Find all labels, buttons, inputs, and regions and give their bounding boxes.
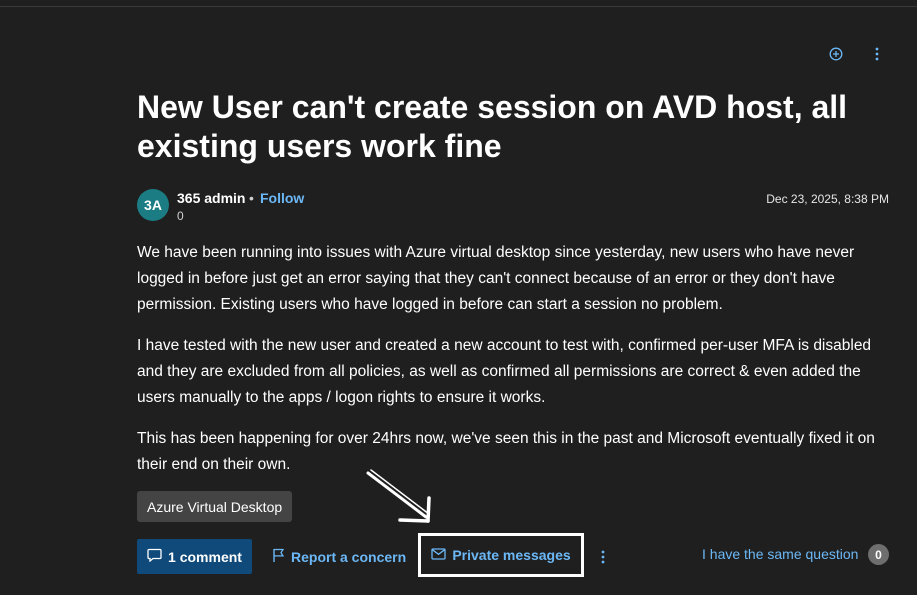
circle-plus-icon[interactable] xyxy=(826,44,846,64)
same-question-count-badge: 0 xyxy=(868,544,889,565)
post-body: We have been running into issues with Az… xyxy=(137,240,882,493)
reputation-count: 0 xyxy=(177,209,184,223)
report-concern-button[interactable]: Report a concern xyxy=(272,539,406,574)
private-messages-button[interactable]: Private messages xyxy=(418,533,584,577)
page-title: New User can't create session on AVD hos… xyxy=(137,89,848,164)
comment-label: 1 comment xyxy=(168,548,242,565)
speech-bubble-icon xyxy=(147,548,162,565)
follow-link[interactable]: Follow xyxy=(260,190,304,206)
body-paragraph: I have tested with the new user and crea… xyxy=(137,337,872,406)
separator-dot: • xyxy=(249,190,254,206)
more-actions-icon[interactable] xyxy=(595,547,611,567)
author-row: 3A 365 admin • Follow 0 Dec 23, 2025, 8:… xyxy=(137,188,889,224)
same-question-link[interactable]: I have the same question xyxy=(702,546,858,562)
report-label: Report a concern xyxy=(291,548,407,565)
author-name[interactable]: 365 admin xyxy=(177,190,245,206)
envelope-icon xyxy=(431,547,446,563)
body-paragraph: We have been running into issues with Az… xyxy=(137,244,855,313)
tag-azure-virtual-desktop[interactable]: Azure Virtual Desktop xyxy=(137,491,293,522)
hand-drawn-arrow xyxy=(366,469,431,523)
question-page: New User can't create session on AVD hos… xyxy=(0,0,917,595)
comment-button[interactable]: 1 comment xyxy=(137,539,252,574)
private-messages-label: Private messages xyxy=(452,547,571,563)
avatar[interactable]: 3A xyxy=(137,189,169,221)
flag-icon xyxy=(272,548,285,566)
post-date: Dec 23, 2025, 8:38 PM xyxy=(766,192,889,206)
more-options-icon[interactable] xyxy=(867,44,887,64)
top-divider xyxy=(0,6,917,7)
body-paragraph: This has been happening for over 24hrs n… xyxy=(137,430,875,473)
action-bar: 1 comment Report a concern Private messa… xyxy=(137,533,897,577)
header-actions xyxy=(826,44,887,64)
